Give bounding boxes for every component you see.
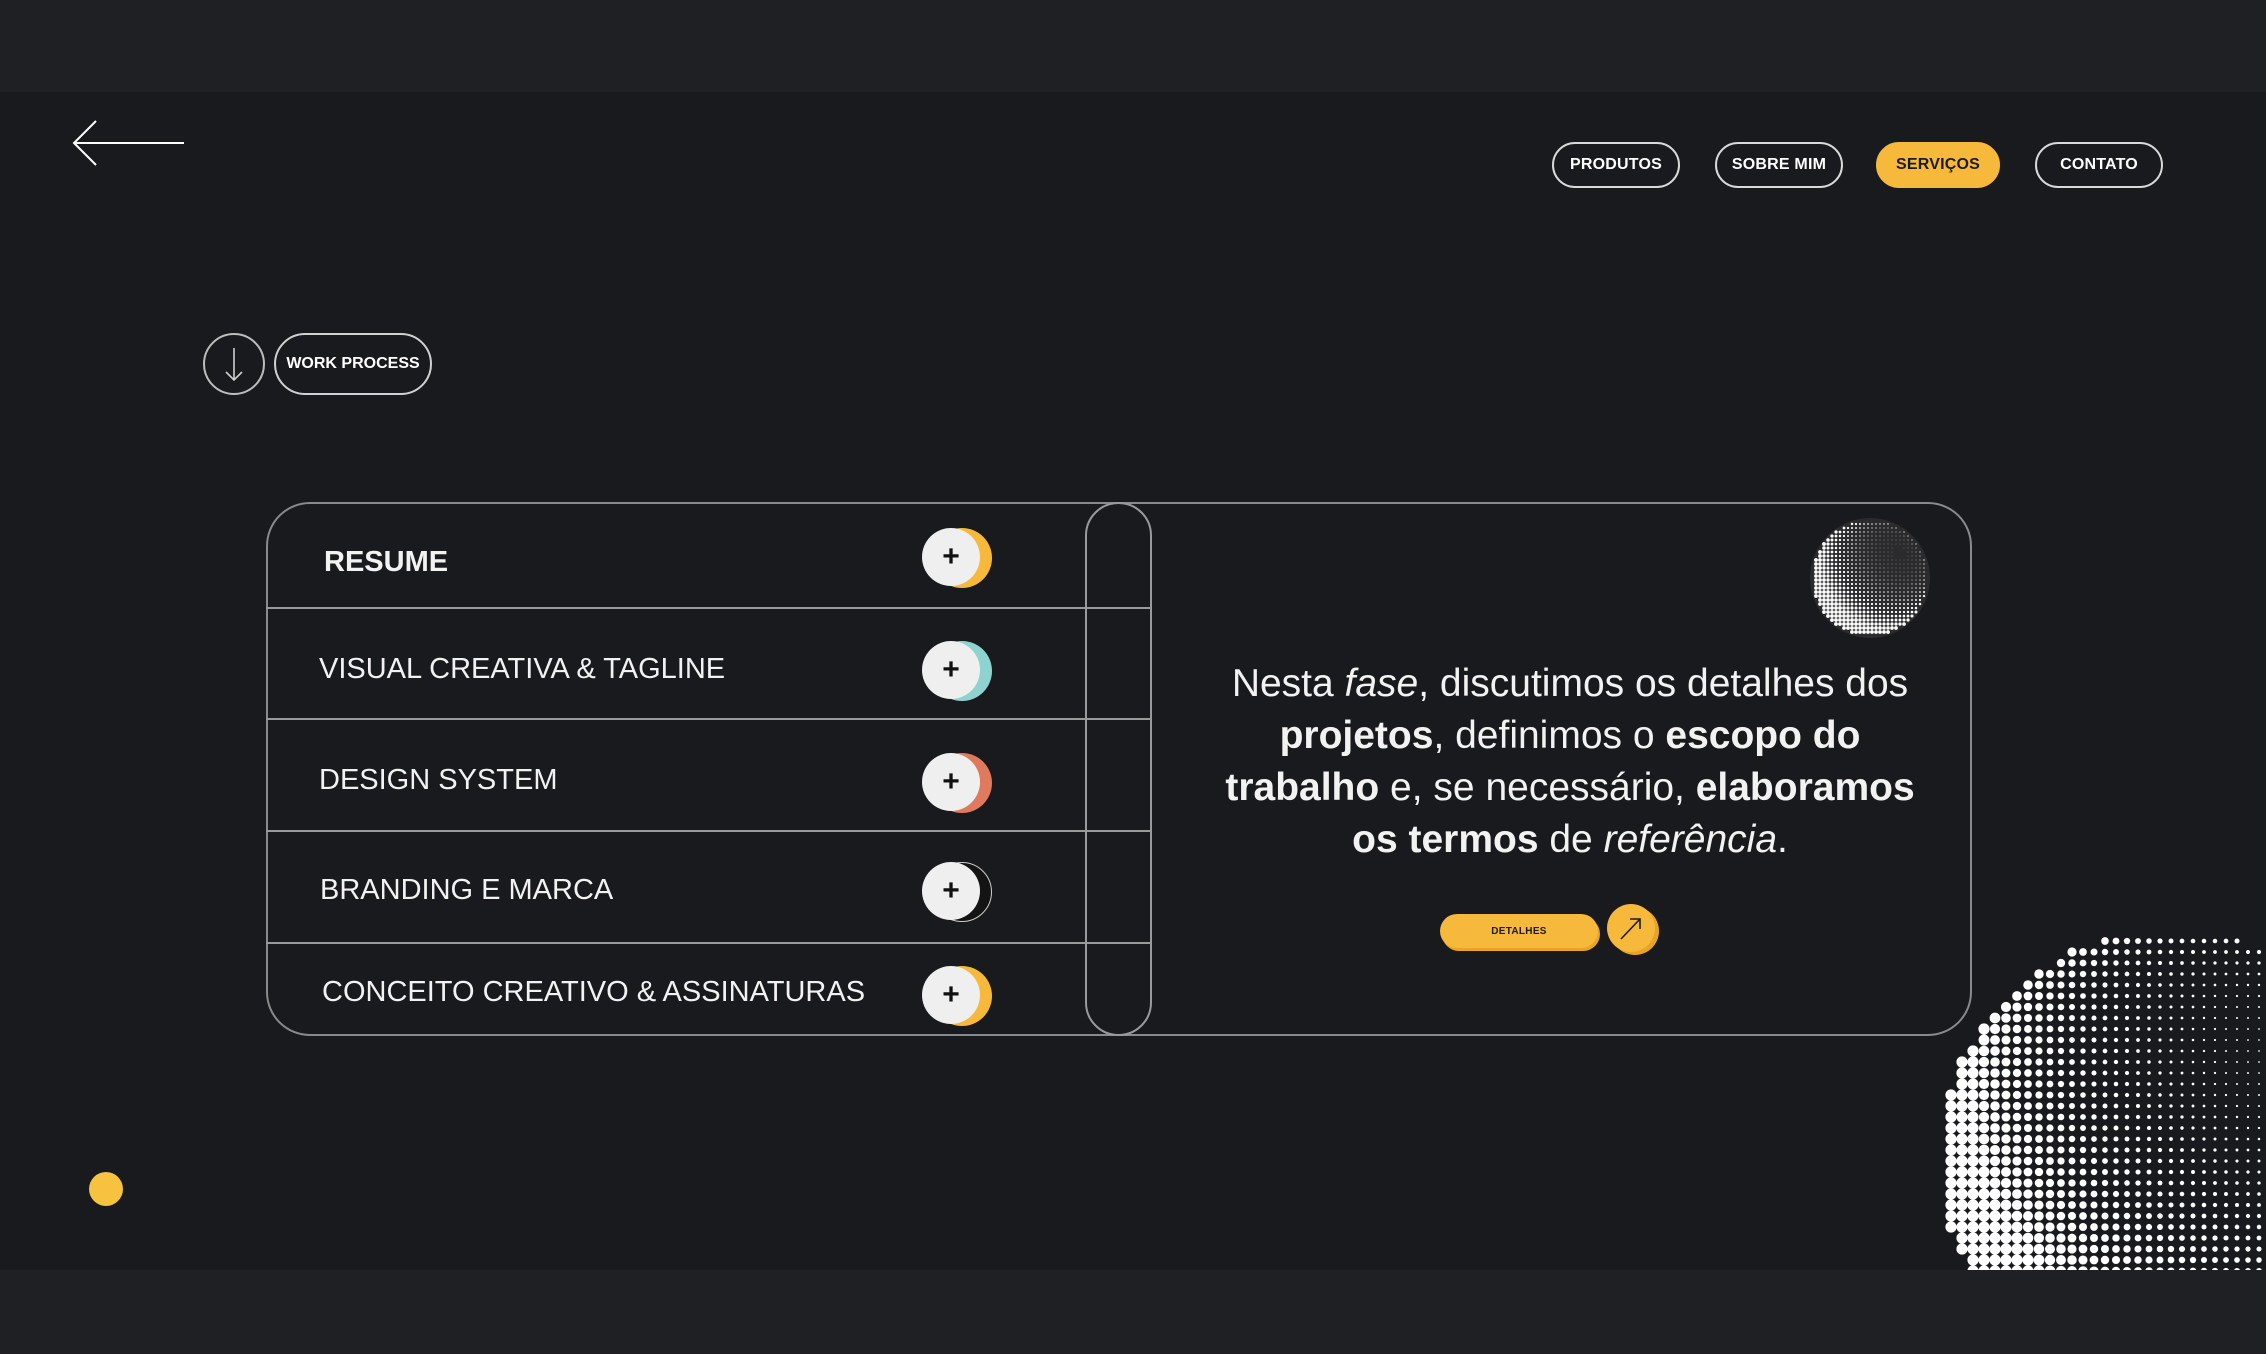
description-fragment: e, se necessário, (1379, 766, 1696, 809)
service-item-resume[interactable]: RESUME + (266, 502, 1152, 608)
description-fragment: . (1777, 818, 1788, 861)
nav-item-servicos[interactable]: SERVIÇOS (1876, 142, 2000, 188)
service-item-visual-creativa[interactable]: VISUAL CREATIVA & TAGLINE + (266, 609, 1152, 719)
service-item-branding[interactable]: BRANDING E MARCA + (266, 832, 1152, 942)
expand-button[interactable]: + (922, 641, 992, 701)
description-fragment: , discutimos os detalhes dos (1418, 662, 1909, 705)
nav-item-produtos[interactable]: PRODUTOS (1552, 142, 1680, 188)
description-fragment: Nesta (1231, 662, 1345, 705)
arrow-up-right-icon (1607, 904, 1659, 955)
arrow-down-icon (225, 348, 243, 382)
plus-icon: + (922, 966, 980, 1024)
plus-icon: + (922, 528, 980, 586)
nav-item-sobre-mim[interactable]: SOBRE MIM (1715, 142, 1843, 188)
nav-item-contato[interactable]: CONTATO (2035, 142, 2163, 188)
plus-icon: + (922, 641, 980, 699)
service-item-design-system[interactable]: DESIGN SYSTEM + (266, 720, 1152, 830)
bottom-frame-strip (0, 1270, 2266, 1354)
service-item-label: VISUAL CREATIVA & TAGLINE (319, 653, 726, 685)
service-item-conceito-creativo[interactable]: CONCEITO CREATIVO & ASSINATURAS + (266, 944, 1152, 1036)
service-item-label: DESIGN SYSTEM (319, 764, 558, 796)
back-button[interactable] (70, 117, 186, 169)
work-process-label: WORK PROCESS (274, 333, 432, 395)
arrow-left-icon (72, 120, 184, 166)
description-fragment: projetos (1279, 714, 1434, 757)
service-item-label: BRANDING E MARCA (320, 874, 614, 906)
service-item-label: CONCEITO CREATIVO & ASSINATURAS (322, 976, 866, 1008)
expand-button[interactable]: + (922, 753, 992, 813)
description-fragment: referência (1603, 818, 1778, 861)
yellow-dot (89, 1172, 123, 1206)
expand-button[interactable]: + (922, 862, 992, 922)
halftone-sphere-large (1945, 937, 2262, 1270)
expand-button[interactable]: + (922, 528, 992, 588)
plus-icon: + (922, 753, 980, 811)
work-process-scroll-button[interactable] (203, 333, 265, 395)
halftone-sphere-small (1810, 518, 1930, 638)
services-list: RESUME + VISUAL CREATIVA & TAGLINE + DES… (266, 502, 1152, 1036)
description-fragment: fase (1344, 662, 1419, 705)
description-fragment: , definimos o (1433, 714, 1666, 757)
description-fragment: de (1538, 818, 1604, 861)
details-arrow-button[interactable] (1604, 904, 1660, 956)
card-divider-capsule (1085, 502, 1152, 1036)
plus-icon: + (922, 862, 980, 920)
service-description: Nesta fase, discutimos os detalhes dos p… (1200, 658, 1940, 866)
top-frame-strip (0, 0, 2266, 92)
service-item-label: RESUME (324, 546, 449, 578)
expand-button[interactable]: + (922, 966, 992, 1026)
details-button[interactable]: DETALHES (1440, 914, 1598, 948)
